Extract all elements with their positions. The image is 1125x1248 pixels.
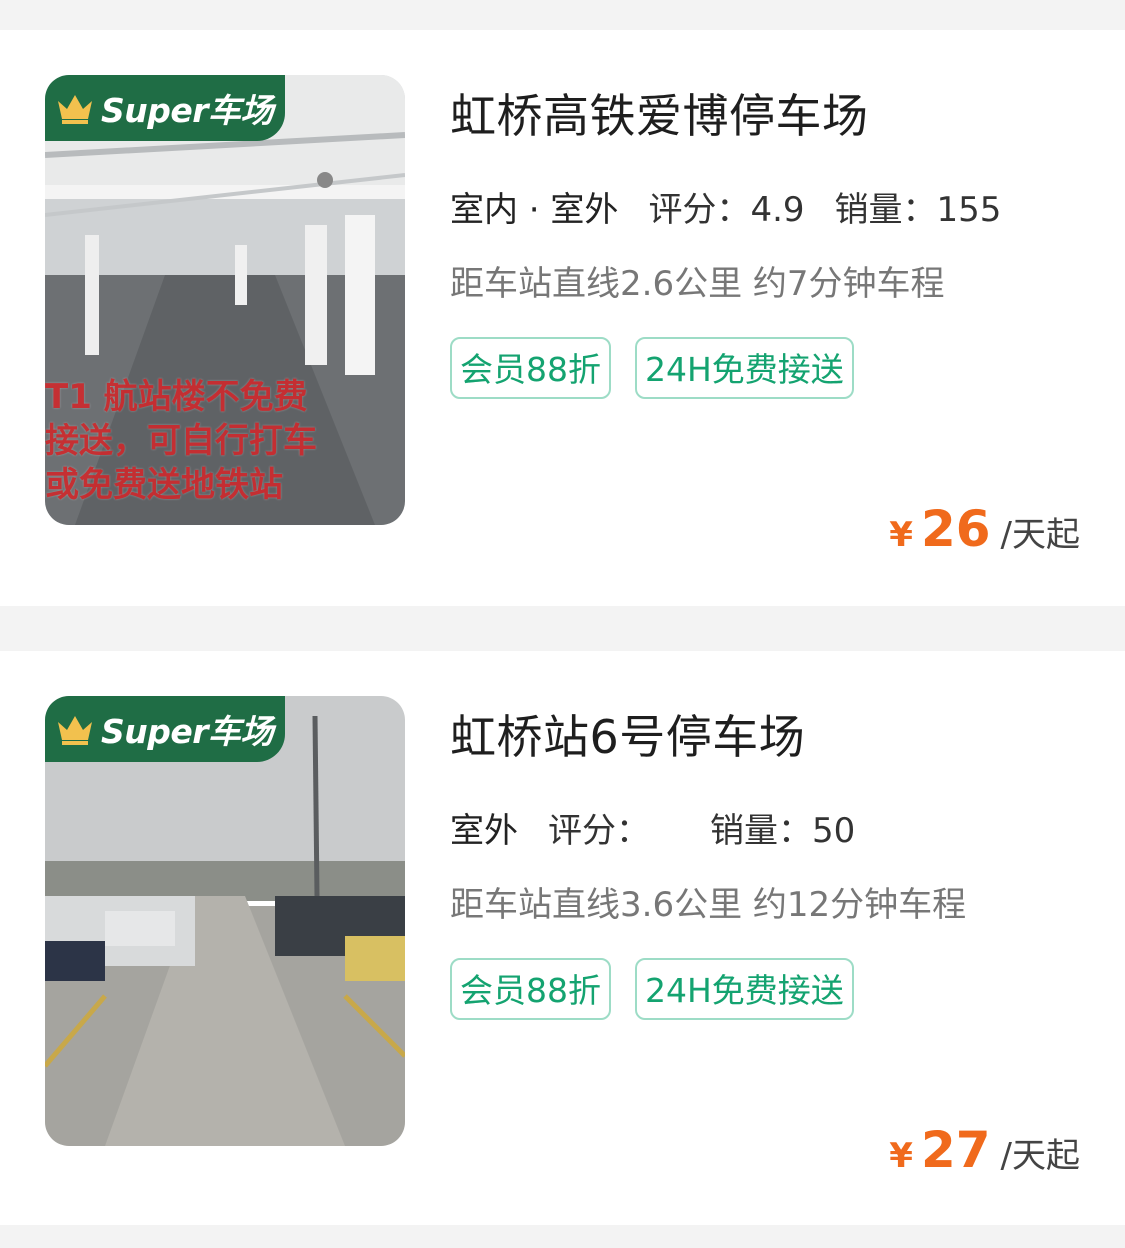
parking-card[interactable]: Super车场 虹桥站6号停车场 室外 评分： 销量： 50 距车站直线3.6公… [0,651,1125,1225]
sales-value: 155 [936,190,1002,230]
price-value: 26 [920,500,991,558]
super-lot-badge: Super车场 [45,75,285,141]
caption-line: 或免费送地铁站 [45,465,283,505]
member-discount-tag: 会员88折 [450,958,611,1020]
lot-type: 室内 · 室外 [447,182,621,239]
parking-title[interactable]: 虹桥高铁爱博停车场 [450,80,869,146]
crown-icon [58,95,92,124]
parking-photo[interactable]: Super车场 [45,696,405,1146]
parking-photo[interactable]: T1 航站楼不免费 接送，可自行打车 或免费送地铁站 Super车场 [45,75,405,525]
price-value: 27 [920,1121,991,1179]
sales-value: 50 [812,811,856,851]
lot-type: 室外 [448,803,520,860]
caption-line: T1 航站楼不免费 [45,377,308,417]
shuttle-tag: 24H免费接送 [635,958,854,1020]
currency-symbol: ¥ [889,1136,913,1176]
photo-caption: T1 航站楼不免费 接送，可自行打车 或免费送地铁站 [45,375,405,507]
caption-line: 接送，可自行打车 [45,421,317,461]
price-unit: /天起 [1000,1136,1080,1176]
distance-info: 距车站直线2.6公里 约7分钟车程 [450,264,945,304]
super-lot-badge: Super车场 [45,696,285,762]
rating-label: 评分： [548,811,650,851]
currency-symbol: ¥ [889,515,913,555]
badge-label: Super车场 [101,91,274,130]
crown-icon [58,716,92,745]
rating-value: 4.9 [750,190,805,230]
sales-label: 销量： [710,811,812,851]
price: ¥ 26 /天起 [889,500,1080,558]
tag-list: 会员88折 24H免费接送 [450,337,854,399]
shuttle-tag: 24H免费接送 [635,337,854,399]
rating-label: 评分： [648,190,751,230]
parking-meta: 室内 · 室外 评分： 4.9 销量： 155 [447,182,1002,239]
distance-info: 距车站直线3.6公里 约12分钟车程 [450,885,967,925]
sales-label: 销量： [834,190,937,230]
outdoor-lot-image [45,696,405,1146]
price: ¥ 27 /天起 [889,1121,1080,1179]
tag-list: 会员88折 24H免费接送 [450,958,854,1020]
parking-meta: 室外 评分： 销量： 50 [448,803,856,860]
parking-card[interactable]: T1 航站楼不免费 接送，可自行打车 或免费送地铁站 Super车场 虹桥高铁爱… [0,30,1125,606]
price-unit: /天起 [1000,515,1080,555]
parking-title[interactable]: 虹桥站6号停车场 [450,701,805,767]
member-discount-tag: 会员88折 [450,337,611,399]
badge-label: Super车场 [101,712,274,751]
